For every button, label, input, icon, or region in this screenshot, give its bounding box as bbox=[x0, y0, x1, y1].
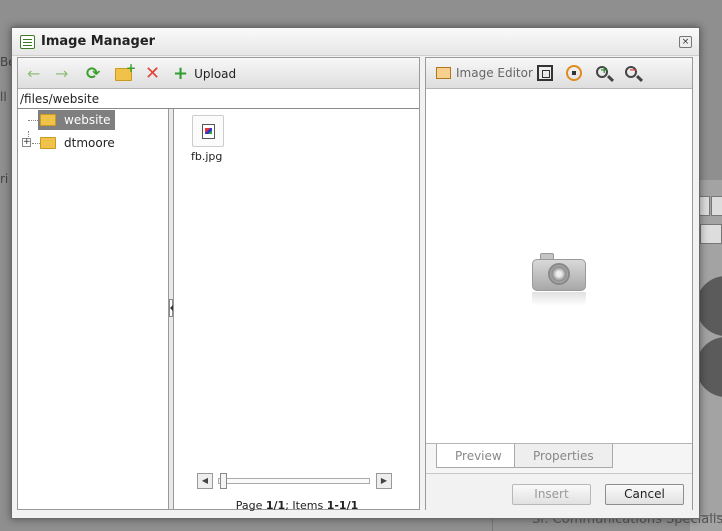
folder-tree: website + dtmoore bbox=[18, 109, 169, 509]
file-toolbar: ← → ⟳ ✕ + Upload bbox=[18, 58, 419, 89]
file-name[interactable]: fb.jpg bbox=[191, 150, 222, 163]
image-preview-area bbox=[426, 89, 692, 443]
tab-preview[interactable]: Preview bbox=[436, 444, 521, 468]
refresh-icon: ⟳ bbox=[86, 63, 101, 84]
background-list-button bbox=[700, 224, 722, 244]
image-editor-icon[interactable] bbox=[436, 67, 451, 79]
path-field[interactable]: /files/website bbox=[18, 89, 419, 109]
background-button bbox=[711, 196, 722, 216]
close-button[interactable]: × bbox=[679, 36, 692, 48]
cancel-button[interactable]: Cancel bbox=[605, 484, 684, 505]
folder-icon bbox=[40, 114, 56, 126]
paging-info: Page 1/1; Items 1-1/1 bbox=[175, 499, 419, 512]
file-item[interactable] bbox=[192, 115, 224, 147]
zoom-in-icon[interactable]: + bbox=[596, 65, 608, 78]
refresh-button[interactable]: ⟳ bbox=[86, 63, 101, 84]
new-folder-button[interactable] bbox=[115, 61, 136, 83]
items-prefix: ; Items bbox=[285, 499, 327, 512]
delete-button[interactable]: ✕ bbox=[145, 63, 161, 84]
actual-size-icon[interactable] bbox=[537, 65, 553, 81]
file-list: fb.jpg ◀ ▶ Page 1/1; Items 1-1/1 bbox=[175, 109, 419, 512]
file-browser-pane: ← → ⟳ ✕ + Upload /files/website bbox=[17, 57, 420, 512]
expand-toggle-icon[interactable]: + bbox=[22, 138, 31, 147]
tree-item-dtmoore[interactable]: dtmoore bbox=[38, 133, 119, 153]
window-icon bbox=[20, 35, 35, 49]
preview-tabs: Preview Properties bbox=[426, 443, 692, 473]
folder-icon bbox=[40, 137, 56, 149]
background-text-fragment: ll bbox=[0, 90, 7, 104]
camera-lens-icon bbox=[548, 263, 570, 285]
items-value: 1-1/1 bbox=[326, 499, 359, 512]
upload-icon: + bbox=[173, 63, 189, 84]
image-file-icon bbox=[202, 124, 215, 139]
zoom-out-icon[interactable]: − bbox=[625, 65, 637, 78]
slider-handle[interactable] bbox=[220, 473, 227, 489]
pane-splitter[interactable] bbox=[169, 109, 174, 509]
image-manager-dialog: Image Manager × ← → ⟳ ✕ + Upload bbox=[11, 27, 700, 519]
upload-label: Upload bbox=[194, 66, 237, 81]
slider-left-button[interactable]: ◀ bbox=[197, 473, 213, 489]
forward-button[interactable]: → bbox=[55, 64, 68, 83]
best-fit-icon[interactable] bbox=[566, 65, 582, 81]
thumbnail-size-slider: ◀ ▶ bbox=[197, 473, 395, 489]
forward-arrow-icon: → bbox=[55, 64, 69, 83]
camera-reflection bbox=[532, 292, 586, 306]
dialog-footer: Insert Cancel bbox=[426, 473, 692, 510]
dialog-title: Image Manager bbox=[41, 34, 156, 49]
page-value: 1/1 bbox=[265, 499, 286, 512]
tree-item-label: website bbox=[64, 113, 111, 127]
collapse-arrow-icon[interactable] bbox=[169, 299, 173, 317]
upload-button[interactable]: + Upload bbox=[173, 63, 237, 84]
delete-icon: ✕ bbox=[145, 63, 161, 84]
background-text-fragment: ri bbox=[0, 172, 9, 186]
tree-item-website[interactable]: website bbox=[38, 110, 115, 130]
image-toolbar: Image Editor + − bbox=[426, 58, 692, 89]
back-arrow-icon: ← bbox=[27, 64, 41, 83]
insert-button[interactable]: Insert bbox=[512, 484, 591, 505]
back-button[interactable]: ← bbox=[27, 64, 40, 83]
tab-properties[interactable]: Properties bbox=[514, 444, 613, 468]
image-editor-button[interactable]: Image Editor bbox=[456, 66, 533, 80]
slider-track[interactable] bbox=[218, 478, 370, 484]
tree-item-label: dtmoore bbox=[64, 136, 115, 150]
slider-right-button[interactable]: ▶ bbox=[376, 473, 392, 489]
preview-pane: Image Editor + − Preview Properties Inse… bbox=[425, 57, 693, 510]
new-folder-icon bbox=[115, 61, 136, 81]
dialog-titlebar[interactable]: Image Manager × bbox=[12, 28, 699, 56]
page-prefix: Page bbox=[235, 499, 266, 512]
